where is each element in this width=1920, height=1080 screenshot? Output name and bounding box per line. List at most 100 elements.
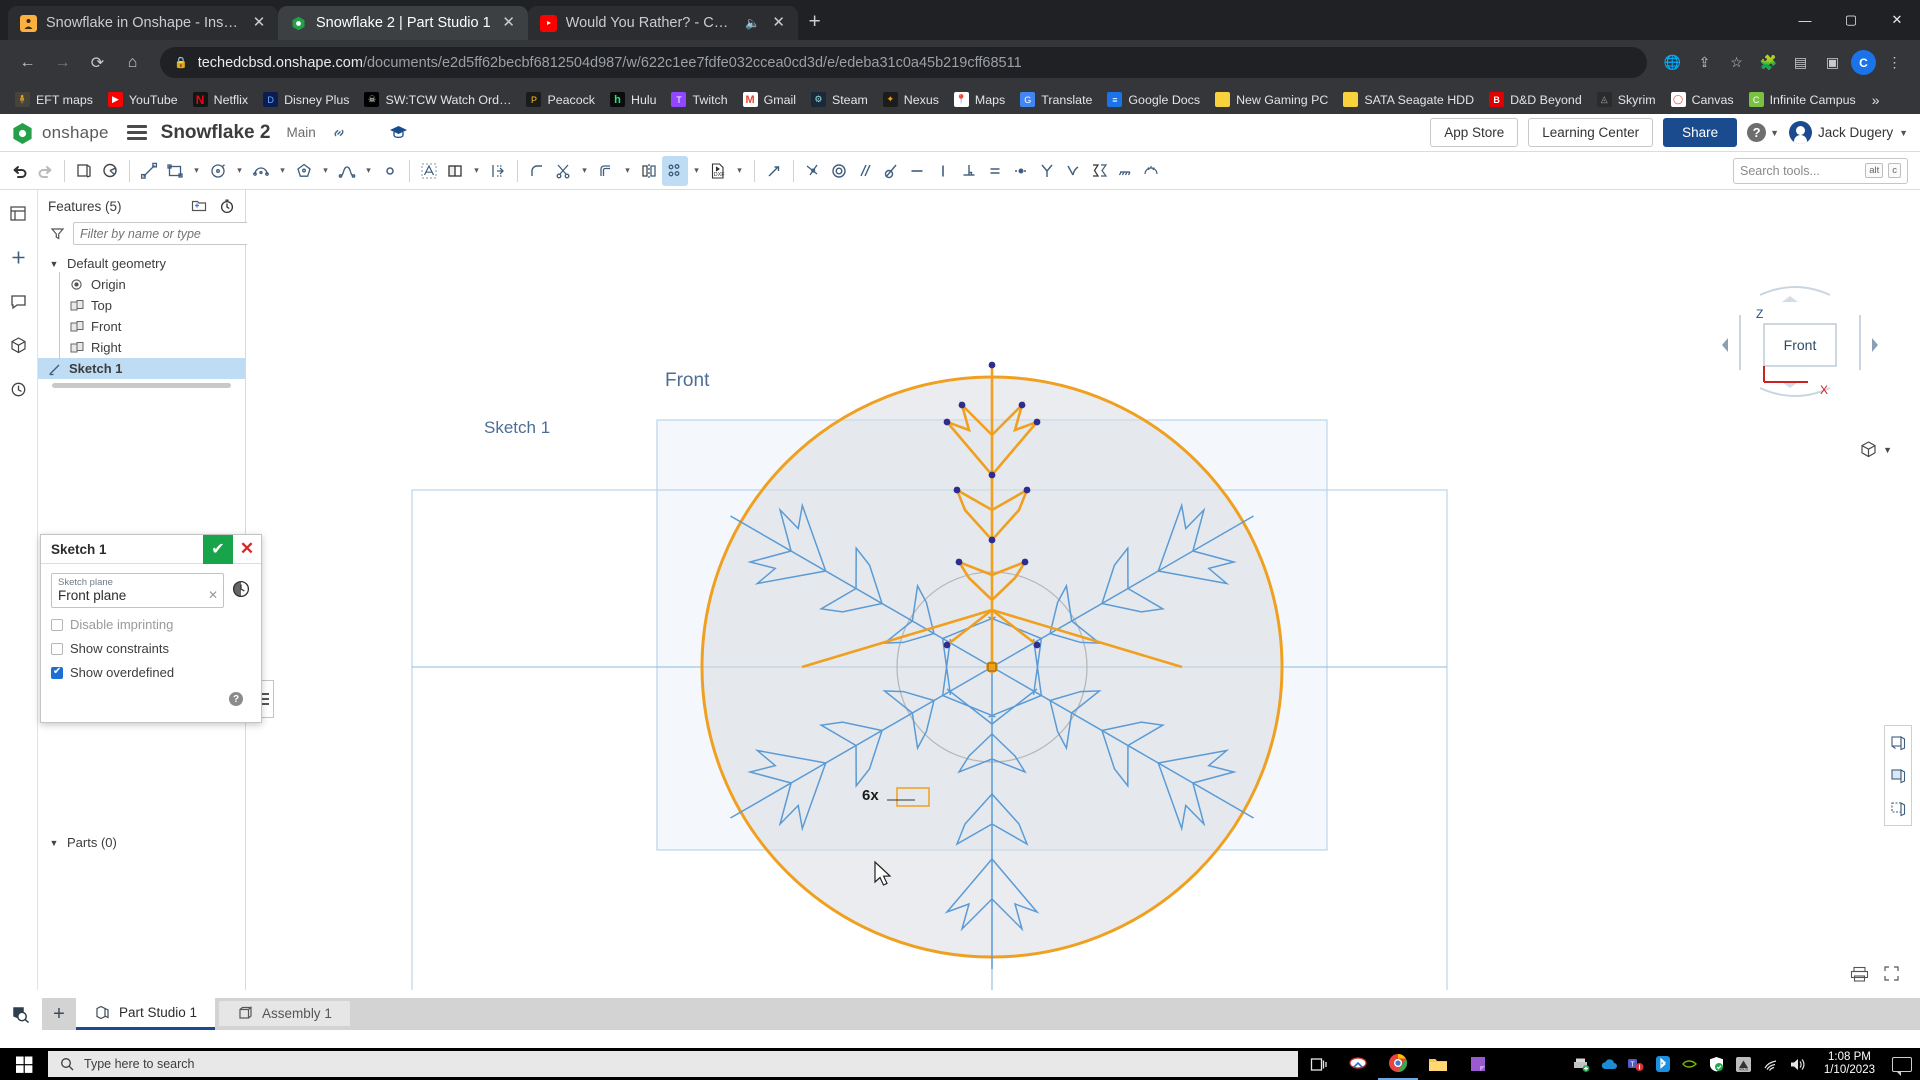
document-title[interactable]: Snowflake 2 — [161, 122, 271, 144]
volume-icon[interactable] — [1789, 1055, 1807, 1073]
chevron-down-icon[interactable]: ▾ — [688, 156, 705, 186]
new-folder-icon[interactable] — [191, 198, 207, 214]
file-explorer-icon[interactable] — [1418, 1048, 1458, 1080]
share-icon[interactable]: ⇪ — [1691, 49, 1718, 76]
view-cube[interactable]: Front Z X — [1720, 270, 1880, 420]
document-branch-label[interactable]: Main — [286, 125, 315, 140]
chevron-down-icon[interactable]: ▼ — [48, 259, 60, 269]
instances-icon[interactable] — [6, 332, 32, 358]
help-icon[interactable]: ? — [1747, 123, 1766, 142]
bookmarks-overflow-button[interactable]: » — [1866, 92, 1886, 108]
sum-constraint-icon[interactable] — [1086, 156, 1112, 186]
defender-icon[interactable] — [1708, 1055, 1726, 1073]
chrome-icon[interactable] — [1378, 1048, 1418, 1080]
chevron-down-icon[interactable]: ▼ — [1883, 445, 1892, 455]
bookmark-steam[interactable]: ⚙Steam — [804, 89, 875, 110]
import-dxf-icon[interactable]: DXF — [705, 156, 731, 186]
bookmark-new-gaming-pc[interactable]: New Gaming PC — [1208, 89, 1335, 110]
checkbox-disable-imprinting[interactable]: Disable imprinting — [51, 617, 251, 632]
line-tool-icon[interactable] — [136, 156, 162, 186]
forward-button[interactable]: → — [47, 47, 78, 78]
chevron-down-icon[interactable]: ▾ — [731, 156, 748, 186]
text-tool-icon[interactable] — [416, 156, 442, 186]
use-projection-icon[interactable] — [442, 156, 468, 186]
bookmark-netflix[interactable]: NNetflix — [186, 89, 255, 110]
section-view-icon[interactable] — [1885, 726, 1911, 759]
reading-list-icon[interactable]: ▤ — [1787, 49, 1814, 76]
features-filter-input[interactable] — [73, 222, 250, 245]
chevron-down-icon[interactable]: ▾ — [188, 156, 205, 186]
address-bar[interactable]: 🔒 techedcbsd.onshape.com/documents/e2d5f… — [160, 47, 1647, 78]
concentric-constraint-icon[interactable] — [826, 156, 852, 186]
comments-icon[interactable] — [6, 288, 32, 314]
teams-icon[interactable]: T — [1627, 1055, 1645, 1073]
linear-pattern-tool-icon[interactable] — [662, 156, 688, 186]
constraint-free-icon[interactable] — [761, 156, 787, 186]
feature-item-front[interactable]: Front — [38, 316, 245, 337]
app-store-button[interactable]: App Store — [1430, 118, 1518, 147]
checkbox-box[interactable] — [51, 643, 63, 655]
document-tab-part-studio-1[interactable]: Part Studio 1 — [76, 998, 215, 1030]
window-minimize-button[interactable]: — — [1782, 0, 1828, 40]
user-name-label[interactable]: Jack Dugery — [1818, 125, 1893, 140]
printer-icon[interactable] — [1850, 966, 1869, 982]
bookmark-translate[interactable]: GTranslate — [1013, 89, 1099, 110]
bookmark-disney-plus[interactable]: DDisney Plus — [256, 89, 356, 110]
nvidia-icon[interactable] — [1681, 1055, 1699, 1073]
bookmark-gmail[interactable]: MGmail — [736, 89, 803, 110]
construction-constraint-icon[interactable] — [1138, 156, 1164, 186]
fillet-tool-icon[interactable] — [524, 156, 550, 186]
home-button[interactable]: ⌂ — [117, 47, 148, 78]
bookmark-skyrim[interactable]: ◬Skyrim — [1590, 89, 1663, 110]
bookmark-infinite-campus[interactable]: CInfinite Campus — [1742, 89, 1863, 110]
share-button[interactable]: Share — [1663, 118, 1737, 147]
menu-hamburger-icon[interactable] — [127, 125, 147, 140]
bookmark-star-icon[interactable]: ☆ — [1723, 49, 1750, 76]
sticky-notes-icon[interactable] — [1458, 1048, 1498, 1080]
chevron-down-icon[interactable]: ▾ — [274, 156, 291, 186]
view-orientation-menu[interactable]: ▼ — [1859, 440, 1892, 459]
sketch-accept-button[interactable]: ✔ — [203, 535, 233, 564]
print-icon[interactable] — [1573, 1055, 1591, 1073]
chevron-down-icon[interactable]: ▾ — [317, 156, 334, 186]
back-button[interactable]: ← — [12, 47, 43, 78]
parallel-constraint-icon[interactable] — [852, 156, 878, 186]
profile-card-icon[interactable]: ▣ — [1819, 49, 1846, 76]
sketch-cancel-button[interactable]: ✕ — [233, 535, 261, 564]
parts-section[interactable]: ▼ Parts (0) — [38, 835, 117, 850]
measure-icon[interactable] — [97, 156, 123, 186]
chevron-down-icon[interactable]: ▼ — [1899, 128, 1908, 138]
browser-tab-2-close[interactable]: ✕ — [500, 14, 518, 32]
coincident-constraint-icon[interactable] — [800, 156, 826, 186]
taskbar-search-box[interactable]: Type here to search — [48, 1051, 1298, 1077]
chevron-down-icon[interactable]: ▼ — [1770, 128, 1779, 138]
new-tab-button[interactable]: + — [798, 5, 832, 39]
globe-icon[interactable]: 🌐 — [1659, 49, 1686, 76]
checkbox-show-constraints[interactable]: Show constraints — [51, 641, 251, 656]
bookmark-peacock[interactable]: PPeacock — [519, 89, 602, 110]
equal-constraint-icon[interactable] — [982, 156, 1008, 186]
clear-plane-icon[interactable]: ✕ — [208, 588, 218, 602]
filter-funnel-icon[interactable] — [50, 226, 65, 241]
offset-tool-icon[interactable] — [593, 156, 619, 186]
task-view-icon[interactable] — [1298, 1048, 1338, 1080]
feature-list-icon[interactable] — [6, 200, 32, 226]
bookmark-youtube[interactable]: ▶YouTube — [101, 89, 185, 110]
dimension-tool-icon[interactable] — [485, 156, 511, 186]
bookmark-swtcw-watch-order[interactable]: ☠SW:TCW Watch Ord… — [357, 89, 518, 110]
features-group-default-geometry[interactable]: ▼ Default geometry — [38, 253, 245, 274]
chevron-down-icon[interactable]: ▾ — [468, 156, 485, 186]
rectangle-tool-icon[interactable] — [162, 156, 188, 186]
start-button[interactable] — [0, 1048, 48, 1080]
spline-tool-icon[interactable] — [334, 156, 360, 186]
extensions-puzzle-icon[interactable]: 🧩 — [1755, 49, 1782, 76]
circle-tool-icon[interactable] — [205, 156, 231, 186]
symmetric-constraint-icon[interactable] — [1034, 156, 1060, 186]
wifi-icon[interactable] — [1762, 1055, 1780, 1073]
graphics-viewport[interactable]: Front Sketch 1 6x Front — [247, 190, 1920, 990]
browser-tab-1[interactable]: Snowflake in Onshape - Instructa ✕ — [8, 6, 278, 40]
features-scrollbar[interactable] — [52, 383, 231, 388]
browser-tab-1-close[interactable]: ✕ — [250, 14, 268, 32]
taskbar-clock[interactable]: 1:08 PM 1/10/2023 — [1816, 1051, 1883, 1077]
redo-icon[interactable] — [32, 156, 58, 186]
